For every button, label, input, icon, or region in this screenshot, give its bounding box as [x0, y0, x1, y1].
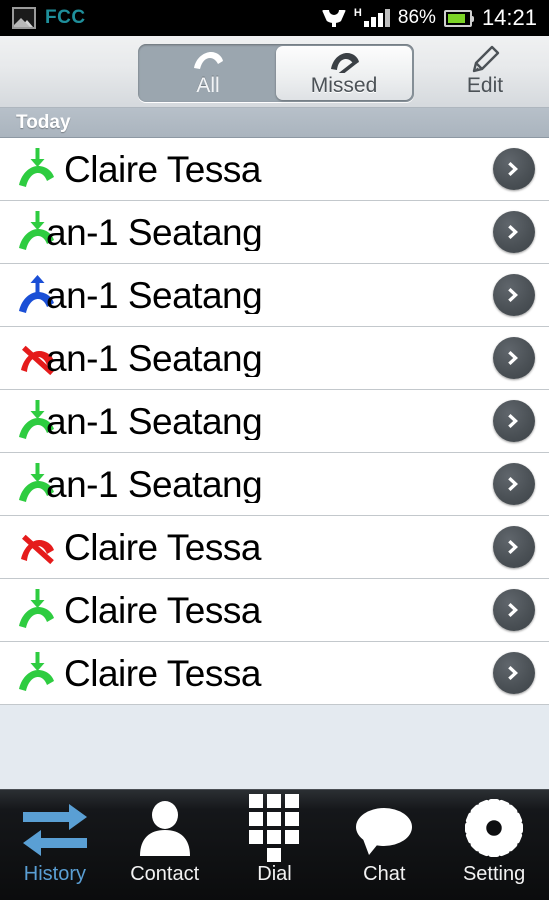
- edit-label: Edit: [466, 74, 504, 97]
- call-incoming-icon: [10, 147, 64, 191]
- app-label: FCC: [45, 7, 86, 28]
- call-log-contact-name: Claire Tessa: [64, 150, 261, 188]
- person-icon: [136, 799, 194, 857]
- call-log-row[interactable]: an-1 Seatang: [0, 264, 549, 327]
- gear-icon: [465, 798, 524, 857]
- nav-item-chat[interactable]: Chat: [329, 790, 439, 900]
- call-log-row[interactable]: an-1 Seatang: [0, 201, 549, 264]
- nav-item-label: Chat: [363, 862, 406, 885]
- chevron-right-icon[interactable]: [493, 148, 535, 190]
- nav-item-setting[interactable]: Setting: [439, 790, 549, 900]
- gallery-icon: [12, 7, 36, 29]
- section-header-today: Today: [0, 108, 549, 138]
- call-filter-segmented-control: All Missed: [138, 44, 414, 102]
- call-log-contact-name: an-1 Seatang: [46, 276, 263, 314]
- tab-all[interactable]: All: [140, 46, 276, 100]
- section-title: Today: [16, 111, 71, 133]
- nav-item-dial[interactable]: Dial: [220, 790, 330, 900]
- phone-missed-icon: [327, 50, 361, 74]
- call-log-row[interactable]: an-1 Seatang: [0, 390, 549, 453]
- toolbar: All Missed Edit: [0, 36, 549, 108]
- call-log-row[interactable]: Claire Tessa: [0, 138, 549, 201]
- nav-item-label: History: [23, 862, 87, 885]
- call-log-contact-name: an-1 Seatang: [46, 213, 263, 251]
- status-bar: FCC H 86% 14:21: [0, 0, 549, 36]
- nav-item-label: Contact: [130, 862, 200, 885]
- call-log-row[interactable]: Claire Tessa: [0, 642, 549, 705]
- bottom-navigation-bar: History Contact Dial Chat Setting: [0, 789, 549, 900]
- chevron-right-icon[interactable]: [493, 652, 535, 694]
- call-log-contact-name: an-1 Seatang: [46, 402, 263, 440]
- call-incoming-icon: [10, 588, 64, 632]
- exchange-arrows-icon: [21, 799, 89, 857]
- nav-item-label: Dial: [257, 862, 292, 885]
- call-log-contact-name: an-1 Seatang: [46, 465, 263, 503]
- chevron-right-icon[interactable]: [493, 400, 535, 442]
- nav-item-history[interactable]: History: [0, 790, 110, 900]
- status-bar-left: FCC: [12, 7, 86, 29]
- call-missed-icon: [10, 525, 64, 569]
- battery-fill: [447, 13, 466, 23]
- tab-missed-label: Missed: [310, 74, 378, 97]
- nav-item-contact[interactable]: Contact: [110, 790, 220, 900]
- call-log-row[interactable]: Claire Tessa: [0, 516, 549, 579]
- call-log-contact-name: Claire Tessa: [64, 528, 261, 566]
- call-history-area[interactable]: Claire Tessa an-1 Seatang an-1 Seatang an-1…: [0, 138, 549, 789]
- phone-handset-icon: [191, 50, 225, 74]
- network-type-label: H: [353, 7, 362, 19]
- keypad-icon: [249, 793, 300, 862]
- call-log-contact-name: an-1 Seatang: [46, 339, 263, 377]
- edit-button[interactable]: Edit: [439, 44, 531, 102]
- call-log-row[interactable]: an-1 Seatang: [0, 327, 549, 390]
- chevron-right-icon[interactable]: [493, 274, 535, 316]
- battery-icon: [443, 9, 474, 27]
- call-incoming-icon: [10, 651, 64, 695]
- clock-label: 14:21: [481, 5, 537, 30]
- chevron-right-icon[interactable]: [493, 337, 535, 379]
- call-log-row[interactable]: Claire Tessa: [0, 579, 549, 642]
- call-log-contact-name: Claire Tessa: [64, 591, 261, 629]
- tab-missed[interactable]: Missed: [276, 46, 412, 100]
- speech-bubble-icon: [356, 799, 413, 857]
- tab-all-label: All: [196, 74, 220, 97]
- signal-bars-icon: H: [353, 7, 390, 27]
- call-history-list: Claire Tessa an-1 Seatang an-1 Seatang an-1…: [0, 138, 549, 705]
- phone-screen: FCC H 86% 14:21 All Missed Edit Today Cl…: [0, 0, 549, 900]
- pencil-icon: [470, 45, 500, 73]
- chevron-right-icon[interactable]: [493, 526, 535, 568]
- status-bar-right: H 86% 14:21: [321, 5, 537, 31]
- nav-item-label: Setting: [462, 862, 526, 885]
- battery-percent-label: 86%: [397, 7, 436, 28]
- call-log-row[interactable]: an-1 Seatang: [0, 453, 549, 516]
- chevron-right-icon[interactable]: [493, 589, 535, 631]
- chevron-right-icon[interactable]: [493, 211, 535, 253]
- call-log-contact-name: Claire Tessa: [64, 654, 261, 692]
- wifi-direct-icon: [321, 7, 347, 29]
- chevron-right-icon[interactable]: [493, 463, 535, 505]
